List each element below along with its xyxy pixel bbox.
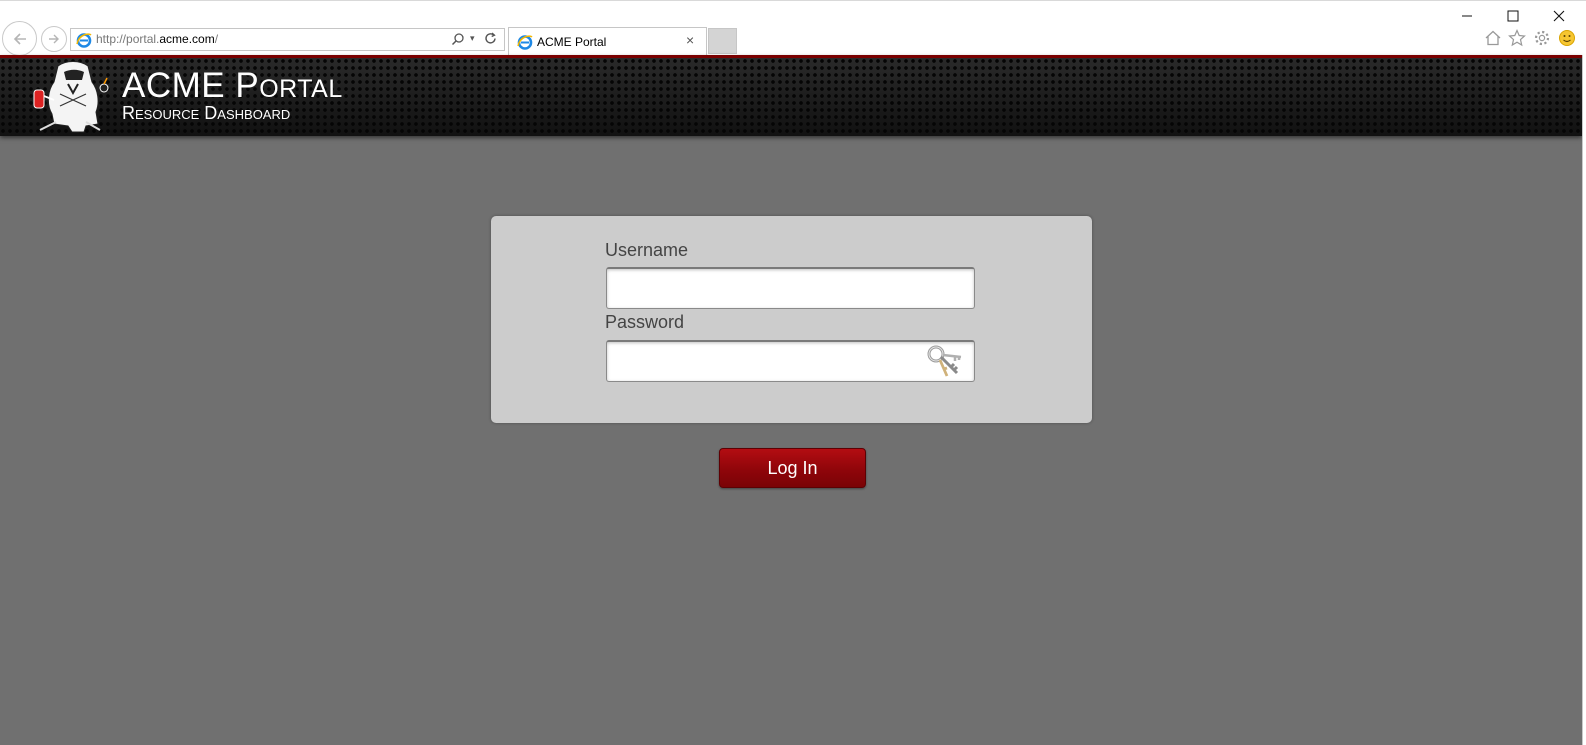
username-label: Username [605, 240, 689, 260]
search-icon[interactable] [451, 32, 465, 46]
password-input[interactable] [606, 340, 975, 382]
back-arrow-icon [13, 32, 26, 45]
portal-title: ACME Portal [122, 66, 343, 105]
password-label: Password [605, 312, 685, 332]
log-in-button[interactable]: Log In [719, 448, 866, 488]
star-icon[interactable] [1508, 29, 1526, 47]
portal-subtitle: Resource Dashboard [122, 103, 291, 123]
refresh-icon[interactable] [483, 31, 498, 46]
ie-logo-icon [517, 35, 533, 50]
username-input[interactable] [606, 267, 975, 309]
forward-arrow-icon [49, 34, 59, 44]
url-domain: acme.com [159, 32, 215, 46]
smiley-icon[interactable] [1558, 29, 1576, 47]
site-header: ACME Portal Resource Dashboard [0, 55, 1582, 136]
ie-logo-icon [76, 33, 92, 48]
url-prefix: http://portal. [96, 32, 160, 46]
address-dropdown-icon[interactable]: ▾ [470, 33, 475, 44]
close-window-button[interactable] [1546, 5, 1572, 27]
close-icon [1553, 10, 1565, 22]
forward-button[interactable] [41, 26, 67, 52]
minimize-icon [1462, 15, 1472, 17]
spy-mascot-logo[interactable] [28, 60, 112, 134]
keys-icon [927, 345, 962, 377]
maximize-button[interactable] [1500, 5, 1526, 27]
window-right-edge [1582, 55, 1586, 745]
minimize-button[interactable] [1454, 5, 1480, 27]
home-icon[interactable] [1484, 29, 1502, 47]
tab-close-icon[interactable]: × [686, 32, 694, 48]
login-panel: Username Password [491, 216, 1092, 423]
browser-chrome: http://portal.acme.com/ ▾ ACME Portal × [0, 0, 1586, 56]
address-url: http://portal.acme.com/ [96, 32, 218, 46]
tab-title: ACME Portal [537, 35, 607, 49]
address-bar[interactable]: http://portal.acme.com/ ▾ [70, 28, 505, 51]
new-tab-button[interactable] [708, 28, 737, 54]
url-suffix: / [214, 32, 219, 46]
back-button[interactable] [2, 21, 37, 56]
tab-acme-portal[interactable]: ACME Portal × [508, 27, 707, 56]
gear-icon[interactable] [1533, 29, 1551, 47]
maximize-icon [1507, 10, 1519, 22]
